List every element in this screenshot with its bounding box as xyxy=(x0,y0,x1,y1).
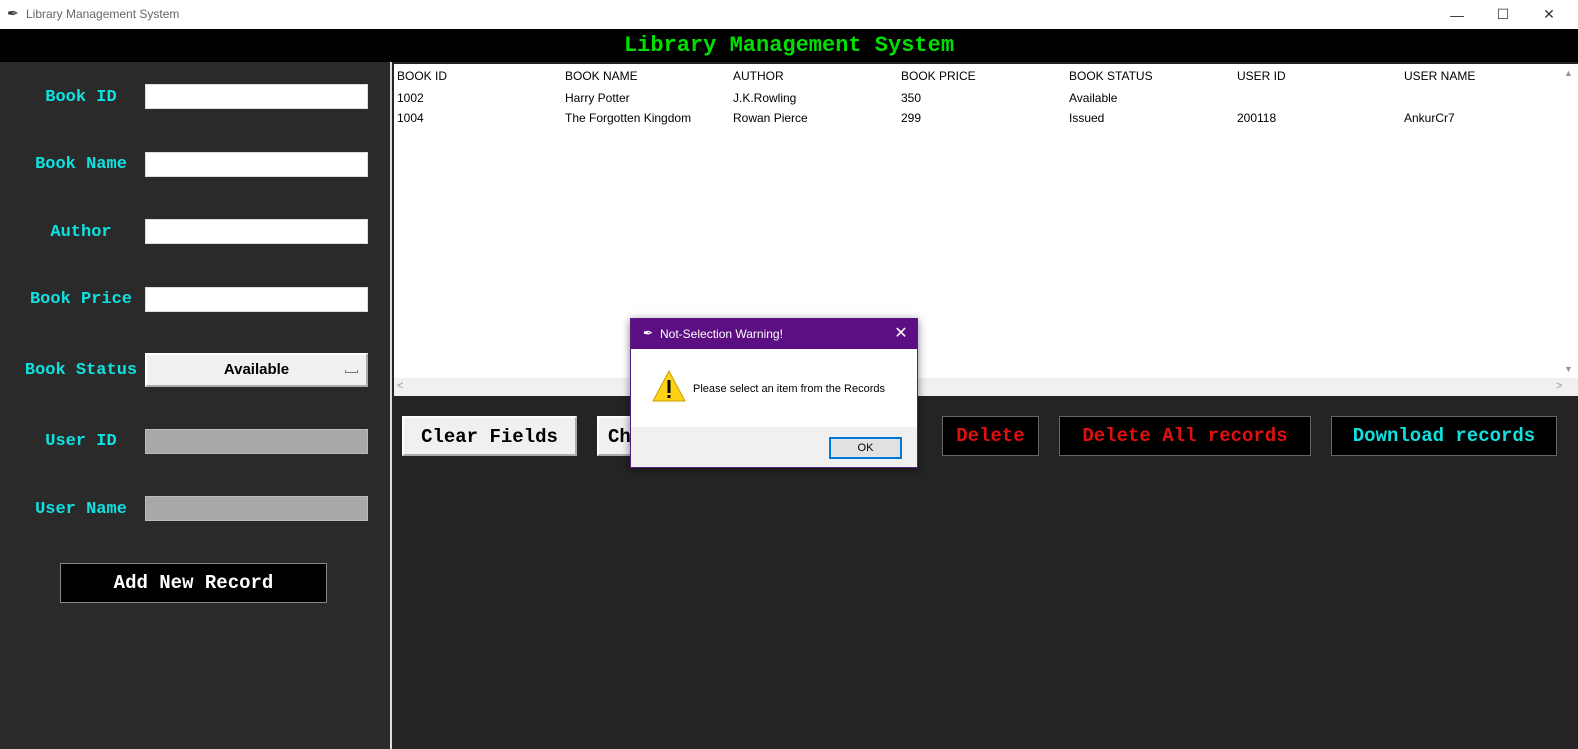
author-label: Author xyxy=(50,223,112,242)
app-heading: Library Management System xyxy=(623,33,955,58)
book-status-dropdown[interactable]: Available xyxy=(145,353,368,387)
table-cell: 200118 xyxy=(1237,111,1277,125)
column-header-book-price[interactable]: BOOK PRICE xyxy=(901,69,976,83)
warning-dialog: ✒ Not-Selection Warning! ✕ Please select… xyxy=(630,318,918,468)
minimize-button[interactable]: — xyxy=(1434,0,1480,29)
warning-icon xyxy=(652,370,686,402)
user-id-label: User ID xyxy=(45,432,117,451)
table-cell: 350 xyxy=(901,91,922,105)
vertical-scrollbar[interactable]: ▲ ▼ xyxy=(1560,64,1578,378)
column-header-author[interactable]: AUTHOR xyxy=(733,69,784,83)
maximize-button[interactable]: ☐ xyxy=(1480,0,1526,29)
delete-button[interactable]: Delete xyxy=(942,416,1039,456)
menu-indicator-icon xyxy=(345,370,358,373)
column-header-book-status[interactable]: BOOK STATUS xyxy=(1069,69,1153,83)
dialog-body: Please select an item from the Records xyxy=(631,349,917,427)
book-id-label: Book ID xyxy=(45,88,117,107)
author-input[interactable] xyxy=(145,219,368,244)
dialog-titlebar: ✒ Not-Selection Warning! ✕ xyxy=(631,319,917,349)
table-row[interactable]: 1004 The Forgotten Kingdom Rowan Pierce … xyxy=(394,110,1554,130)
dialog-title: Not-Selection Warning! xyxy=(660,327,783,341)
scroll-right-icon[interactable]: > xyxy=(1556,380,1562,392)
window-title: Library Management System xyxy=(26,7,180,21)
record-form-panel: Book ID Book Name Author Book Price Book… xyxy=(0,62,390,749)
table-cell: Available xyxy=(1069,91,1118,105)
scroll-up-icon[interactable]: ▲ xyxy=(1564,68,1573,78)
user-name-input xyxy=(145,496,368,521)
table-cell: Rowan Pierce xyxy=(733,111,808,125)
scroll-left-icon[interactable]: < xyxy=(397,380,403,392)
table-cell: Harry Potter xyxy=(565,91,630,105)
table-cell: 1002 xyxy=(397,91,424,105)
column-header-user-name[interactable]: USER NAME xyxy=(1404,69,1475,83)
clear-fields-button[interactable]: Clear Fields xyxy=(402,416,577,456)
table-cell: The Forgotten Kingdom xyxy=(565,111,692,125)
dialog-close-button[interactable]: ✕ xyxy=(885,319,917,349)
feather-icon: ✒ xyxy=(643,326,654,340)
download-records-button[interactable]: Download records xyxy=(1331,416,1557,456)
column-header-user-id[interactable]: USER ID xyxy=(1237,69,1286,83)
delete-all-records-button[interactable]: Delete All records xyxy=(1059,416,1311,456)
add-new-record-button[interactable]: Add New Record xyxy=(60,563,327,603)
table-row[interactable]: 1002 Harry Potter J.K.Rowling 350 Availa… xyxy=(394,90,1554,110)
table-cell: Issued xyxy=(1069,111,1105,125)
book-price-input[interactable] xyxy=(145,287,368,312)
horizontal-scrollbar[interactable]: < > xyxy=(394,378,1578,396)
app-header: Library Management System xyxy=(0,29,1578,62)
table-cell: AnkurCr7 xyxy=(1404,111,1455,125)
scroll-down-icon[interactable]: ▼ xyxy=(1564,364,1573,374)
column-header-book-id[interactable]: BOOK ID xyxy=(397,69,447,83)
records-table[interactable]: BOOK ID BOOK NAME AUTHOR BOOK PRICE BOOK… xyxy=(394,64,1578,396)
feather-icon: ✒ xyxy=(7,5,19,21)
table-header: BOOK ID BOOK NAME AUTHOR BOOK PRICE BOOK… xyxy=(394,64,1554,88)
user-name-label: User Name xyxy=(35,500,127,519)
close-button[interactable]: ✕ xyxy=(1526,0,1572,29)
book-name-label: Book Name xyxy=(35,155,127,174)
book-status-label: Book Status xyxy=(24,361,138,380)
book-name-input[interactable] xyxy=(145,152,368,177)
table-cell: 1004 xyxy=(397,111,424,125)
ok-button[interactable]: OK xyxy=(829,437,902,459)
book-price-label: Book Price xyxy=(29,290,133,309)
dialog-message: Please select an item from the Records xyxy=(693,383,885,395)
book-id-input[interactable] xyxy=(145,84,368,109)
table-cell: 299 xyxy=(901,111,922,125)
window-titlebar: ✒ Library Management System — ☐ ✕ xyxy=(0,0,1578,29)
table-cell: J.K.Rowling xyxy=(733,91,797,105)
book-status-value: Available xyxy=(223,361,290,378)
user-id-input xyxy=(145,429,368,454)
column-header-book-name[interactable]: BOOK NAME xyxy=(565,69,638,83)
